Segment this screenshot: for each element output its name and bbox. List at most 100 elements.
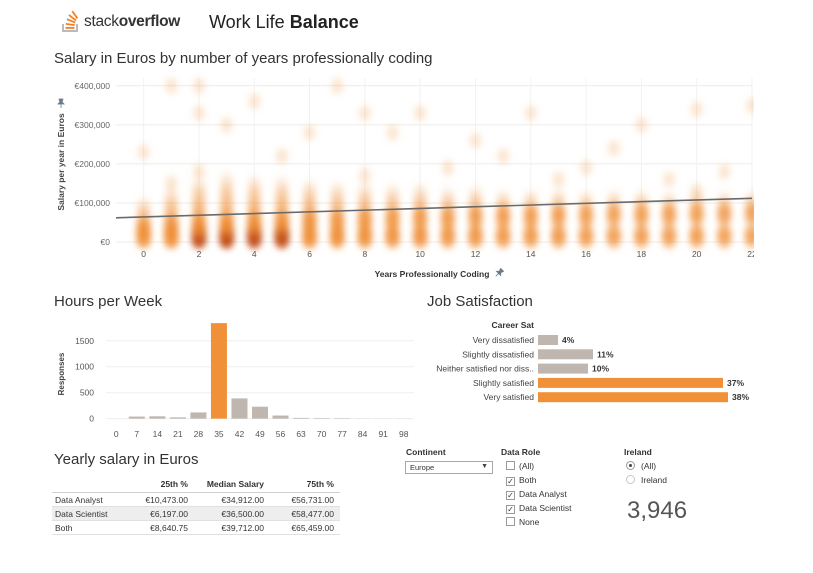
y-tick-label: 500 (80, 388, 94, 398)
x-tick-label: 8 (363, 249, 368, 259)
data-point (136, 217, 152, 236)
bar[interactable] (190, 412, 207, 419)
checkbox-checked[interactable]: ✓ (506, 491, 515, 500)
salary-title: Yearly salary in Euros (54, 451, 199, 468)
bar[interactable] (538, 349, 593, 360)
data-role-option-data-scientist[interactable]: ✓ Data Scientist (506, 503, 571, 515)
salary-table-header[interactable]: Median Salary (194, 477, 270, 493)
table-row-label: Both (52, 520, 130, 535)
ireland-option-all[interactable]: (All) (626, 461, 656, 473)
dashboard-title-bold: Balance (289, 12, 359, 32)
x-tick-label: 70 (317, 429, 327, 439)
x-tick-label: 84 (358, 429, 368, 439)
salary-table-header (52, 477, 130, 493)
y-tick-label: €200,000 (75, 159, 111, 169)
salary-table-header-row: 25th % Median Salary 75th % (52, 477, 340, 493)
radio[interactable] (626, 475, 635, 484)
checkbox-checked[interactable]: ✓ (506, 505, 515, 514)
scatter-x-ticks: 0 2 4 6 8 10 12 14 16 18 20 22 (141, 249, 754, 259)
table-cell: €34,912.00 (194, 492, 270, 507)
data-point (716, 202, 732, 221)
x-tick-label: 4 (252, 249, 257, 259)
bar[interactable] (272, 415, 289, 419)
bar[interactable] (538, 335, 558, 345)
bar[interactable] (293, 417, 310, 419)
data-role-option-none[interactable]: None (506, 517, 539, 529)
category-label: Neither satisfied nor diss.. (436, 364, 534, 374)
category-label: Very dissatisfied (473, 335, 535, 345)
scatter-title: Salary in Euros by number of years profe… (54, 50, 433, 67)
bar[interactable] (313, 418, 330, 419)
hours-y-ticks: 0 500 1000 1500 (75, 336, 94, 424)
data-role-option-all[interactable]: (All) (506, 461, 534, 473)
data-role-option-both[interactable]: ✓ Both (506, 475, 537, 487)
y-tick-label: €100,000 (75, 198, 111, 208)
ireland-filter-title: Ireland (624, 447, 652, 457)
data-role-option-data-analyst[interactable]: ✓ Data Analyst (506, 489, 567, 501)
x-tick-label: 18 (637, 249, 647, 259)
table-cell: €6,197.00 (130, 506, 194, 521)
data-point (633, 203, 649, 222)
salary-table-header[interactable]: 25th % (130, 477, 194, 493)
data-point (469, 132, 482, 149)
data-point (358, 105, 371, 122)
hours-bars (108, 323, 412, 419)
respondent-count: 3,946 (627, 497, 688, 524)
table-row[interactable]: Data Analyst €10,473.00 €34,912.00 €56,7… (52, 492, 340, 507)
data-point (497, 148, 510, 165)
stackoverflow-logo-icon (62, 10, 79, 32)
checkbox[interactable] (506, 517, 515, 526)
bar[interactable] (149, 416, 166, 419)
bar[interactable] (231, 398, 248, 419)
table-row-label: Data Analyst (52, 492, 130, 507)
hours-x-ticks: 0 7 14 21 28 35 42 49 56 63 70 77 84 91 98 (114, 429, 409, 439)
hours-bar-chart[interactable]: 0 500 1000 1500 0 7 14 21 28 35 42 49 56 63 70 77 84 91 9… (54, 316, 424, 444)
x-tick-label: 56 (276, 429, 286, 439)
ireland-option-ireland[interactable]: Ireland (626, 475, 667, 487)
table-row[interactable]: Data Scientist €6,197.00 €36,500.00 €58,… (52, 506, 340, 521)
data-point (386, 124, 399, 141)
x-axis-pin-icon[interactable] (494, 267, 505, 279)
data-point (606, 203, 622, 222)
table-cell: €58,477.00 (270, 506, 340, 521)
job-title: Job Satisfaction (427, 293, 533, 310)
x-tick-label: 0 (141, 249, 146, 259)
data-label: 10% (592, 364, 609, 374)
x-tick-label: 35 (214, 429, 224, 439)
table-row[interactable]: Both €8,640.75 €39,712.00 €65,459.00 (52, 520, 340, 535)
data-label: 38% (732, 392, 749, 402)
bar[interactable] (169, 417, 186, 419)
scatter-y-axis-label: Salary per year in Euros (56, 113, 66, 211)
data-point (440, 206, 456, 225)
bar[interactable] (538, 377, 723, 388)
checkbox-checked[interactable]: ✓ (506, 477, 515, 486)
x-tick-label: 12 (471, 249, 481, 259)
job-sat-header: Career Sat (491, 320, 534, 330)
radio-selected[interactable] (626, 461, 635, 470)
x-tick-label: 98 (399, 429, 409, 439)
bar[interactable] (252, 406, 268, 419)
table-cell: €36,500.00 (194, 506, 270, 521)
x-tick-label: 42 (235, 429, 245, 439)
continent-dropdown-value: Europe (410, 463, 435, 472)
bar[interactable] (128, 416, 145, 419)
scatter-grid (116, 78, 753, 243)
x-tick-label: 2 (197, 249, 202, 259)
x-tick-label: 63 (296, 429, 306, 439)
job-sat-bar-chart[interactable]: Career Sat Very dissatisfied 4% Slightly d… (420, 316, 760, 411)
checkbox[interactable] (506, 461, 515, 470)
continent-dropdown[interactable]: Europe ▼ (405, 461, 493, 474)
data-point (220, 116, 233, 133)
salary-scatter-chart[interactable]: €400,000 €300,000 €200,000 €100,000 €0 0 2 4 6 8… (54, 72, 754, 282)
y-axis-pin-icon[interactable] (57, 98, 65, 108)
salary-table-header[interactable]: 75th % (270, 477, 340, 493)
y-tick-label: €0 (101, 237, 111, 247)
data-point (746, 97, 754, 114)
bar[interactable] (538, 392, 728, 403)
data-point (412, 206, 428, 225)
data-point (331, 77, 344, 94)
checkbox-label: Both (519, 475, 537, 485)
bar[interactable] (210, 323, 227, 419)
bar[interactable] (538, 363, 588, 374)
chevron-down-icon[interactable]: ▼ (481, 463, 488, 470)
